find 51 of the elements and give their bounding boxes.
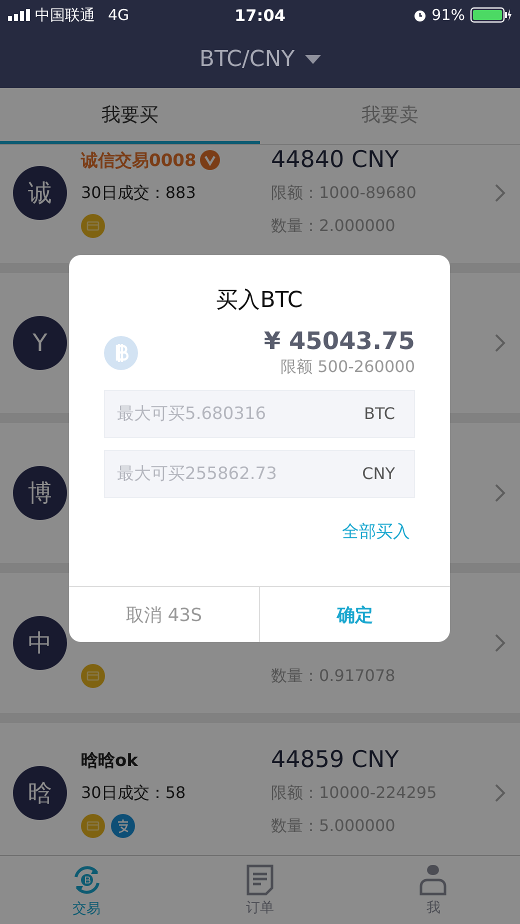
card-icon <box>81 664 105 688</box>
avatar: Y <box>13 316 67 370</box>
avatar: 晗 <box>13 766 67 820</box>
unit-label: CNY <box>362 464 395 483</box>
listing-card[interactable]: 诚 诚信交易0008 30日成交：883 44840 CNY 限额：1000-89680 数量：2.000000 <box>0 145 520 263</box>
tab-bar-item[interactable]: 交易 <box>0 856 174 924</box>
listing-card[interactable]: 晗 晗晗ok 30日成交：58 44859 CNY 限额：10000-224295 数量：5.000000 <box>0 723 520 855</box>
price: 44859 CNY <box>271 747 399 773</box>
limit-range: 限额：10000-224295 <box>271 782 437 804</box>
merchant-name: 晗晗ok <box>81 750 138 772</box>
trade-count: 30日成交：58 <box>81 782 186 804</box>
caret-icon <box>304 54 321 64</box>
chevron-icon <box>494 783 506 803</box>
signal-icon <box>8 9 30 21</box>
document-icon <box>246 864 274 896</box>
battery-percent: 91% <box>432 6 465 24</box>
chevron-icon <box>494 633 506 653</box>
dialog-title: 买入BTC <box>216 287 303 315</box>
limit-range: 限额：1000-89680 <box>271 182 416 204</box>
tab-bar-item[interactable]: 订单 <box>173 856 347 924</box>
tab-bar-item[interactable]: 我 <box>346 856 520 924</box>
confirm-button[interactable]: 确定 <box>260 587 450 642</box>
avatar: 中 <box>13 616 67 670</box>
unit-price: ¥ 45043.75 <box>264 327 415 355</box>
tab[interactable]: 我要卖 <box>260 88 520 144</box>
chevron-icon <box>494 483 506 503</box>
battery-icon <box>470 7 512 23</box>
avatar: 诚 <box>13 166 67 220</box>
alarm-icon <box>412 8 427 22</box>
quantity: 数量：5.000000 <box>271 816 396 836</box>
card-icon <box>81 814 105 838</box>
price: 44840 CNY <box>271 147 399 173</box>
limit-range: 限额 500-260000 <box>280 357 415 378</box>
quantity: 数量：0.917078 <box>271 666 396 686</box>
network-type: 4G <box>108 6 130 24</box>
clock: 17:04 <box>234 6 286 24</box>
buy-all-link[interactable]: 全部买入 <box>342 520 410 543</box>
chevron-icon <box>494 183 506 203</box>
quantity: 数量：2.000000 <box>271 216 396 236</box>
card-icon <box>81 214 105 238</box>
unit-label: BTC <box>364 404 395 423</box>
avatar: 博 <box>13 466 67 520</box>
pair-selector[interactable]: BTC/CNY <box>199 46 321 72</box>
bitcoin-icon <box>104 336 138 370</box>
cancel-button[interactable]: 取消 43S <box>69 587 260 642</box>
person-icon <box>419 864 448 896</box>
chevron-icon <box>494 333 506 353</box>
merchant-name: 诚信交易0008 <box>81 150 196 172</box>
payment-icon <box>111 814 135 838</box>
carrier: 中国联通 <box>35 6 95 24</box>
trade-count: 30日成交：883 <box>81 182 196 204</box>
